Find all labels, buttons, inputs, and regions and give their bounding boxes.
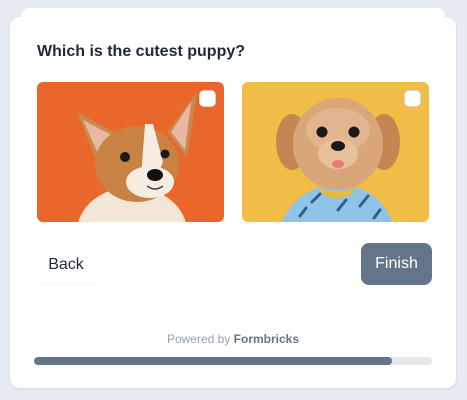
progress-bar — [34, 357, 432, 365]
choice-option-corgi[interactable] — [37, 82, 224, 222]
finish-button[interactable]: Finish — [361, 243, 432, 285]
choice-checkbox-fluffy-puppy[interactable] — [404, 90, 421, 107]
choice-option-fluffy-puppy[interactable] — [242, 82, 429, 222]
corgi-puppy-image — [37, 82, 224, 222]
powered-by-footer: Powered by Formbricks — [10, 332, 456, 346]
survey-card: Which is the cutest puppy? Back Finish P… — [10, 17, 456, 388]
fluffy-puppy-image — [242, 82, 429, 222]
formbricks-brand-link[interactable]: Formbricks — [234, 332, 299, 346]
powered-by-text: Powered by — [166, 332, 231, 346]
choice-checkbox-corgi[interactable] — [199, 90, 216, 107]
question-title: Which is the cutest puppy? — [37, 43, 246, 60]
back-button[interactable]: Back — [37, 245, 95, 285]
progress-bar-fill — [34, 357, 393, 365]
